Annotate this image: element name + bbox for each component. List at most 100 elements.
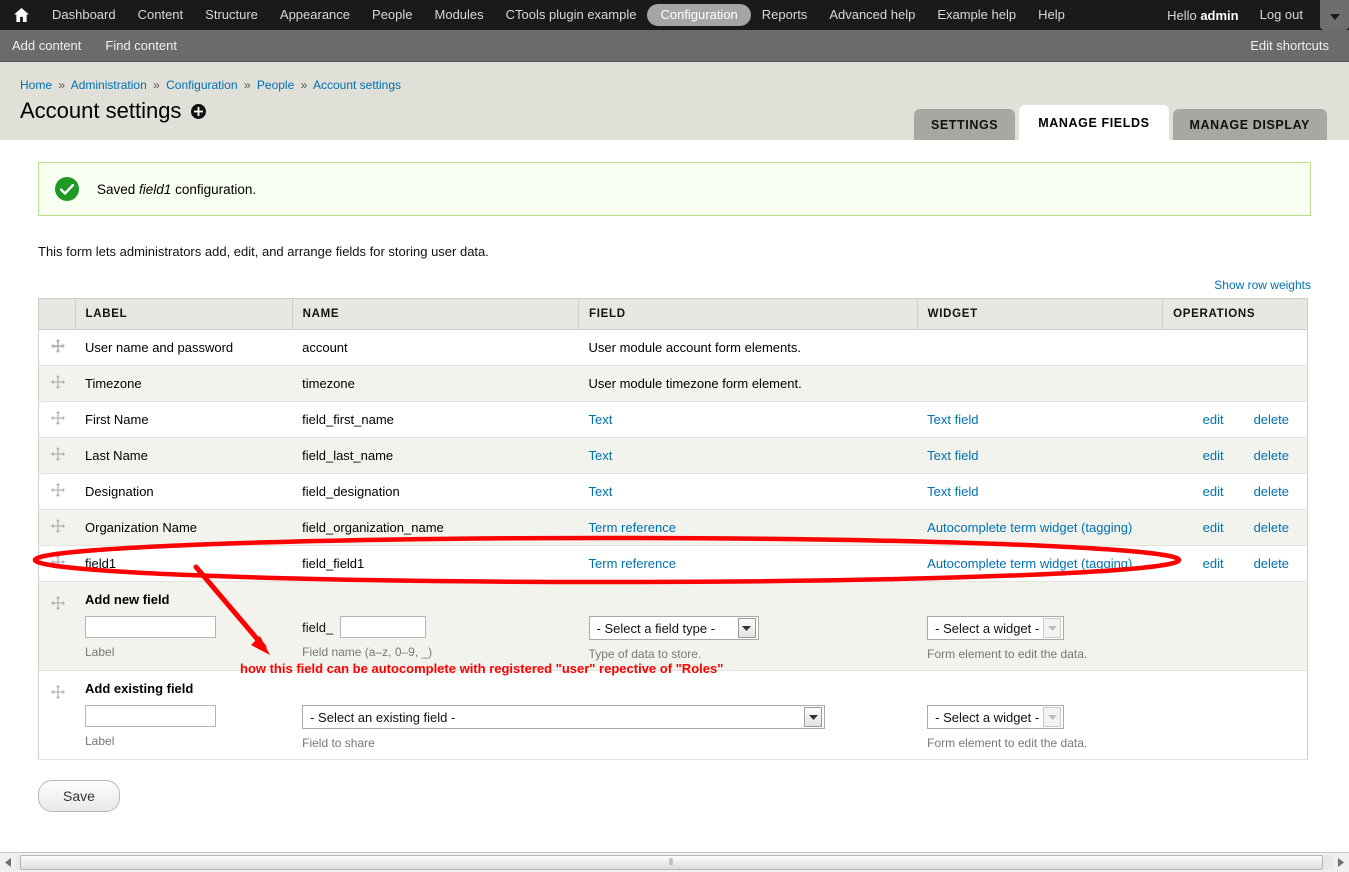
row-label: User name and password [75, 329, 293, 366]
toolbar-item-modules[interactable]: Modules [424, 3, 495, 27]
tab-manage-display[interactable]: MANAGE DISPLAY [1172, 109, 1327, 140]
add-new-field-label-hint: Label [85, 645, 115, 659]
row-edit-link[interactable]: edit [1203, 556, 1224, 571]
shortcut-find-content[interactable]: Find content [93, 38, 189, 53]
drag-handle-icon[interactable] [51, 375, 65, 389]
drag-handle-cell[interactable] [38, 581, 75, 671]
save-button[interactable]: Save [38, 780, 120, 812]
shortcut-add-content[interactable]: Add content [0, 38, 93, 53]
tab-manage-fields[interactable]: MANAGE FIELDS [1019, 105, 1169, 140]
show-row-weights-link[interactable]: Show row weights [1214, 278, 1311, 292]
drag-handle-cell[interactable] [38, 670, 75, 760]
drag-handle-icon[interactable] [51, 555, 65, 569]
row-label: Organization Name [75, 509, 293, 546]
column-header-widget: WIDGET [917, 298, 1164, 330]
toolbar-item-help[interactable]: Help [1027, 3, 1076, 27]
row-field-link[interactable]: Text [589, 484, 613, 499]
row-field: Term reference [578, 509, 918, 546]
row-widget-link[interactable]: Autocomplete term widget (tagging) [927, 556, 1132, 571]
row-delete-link[interactable]: delete [1254, 520, 1289, 535]
toolbar-item-example-help[interactable]: Example help [926, 3, 1027, 27]
row-widget-link[interactable]: Text field [927, 448, 978, 463]
scroll-left-icon[interactable] [0, 854, 16, 872]
breadcrumb-item-administration[interactable]: Administration [71, 78, 147, 92]
breadcrumb-item-home[interactable]: Home [20, 78, 52, 92]
row-delete-link[interactable]: delete [1254, 484, 1289, 499]
toolbar-collapse-button[interactable] [1320, 0, 1349, 30]
row-delete-link[interactable]: delete [1254, 448, 1289, 463]
drag-handle-icon[interactable] [51, 596, 65, 610]
row-edit-link[interactable]: edit [1203, 448, 1224, 463]
row-field-link[interactable]: Term reference [589, 556, 676, 571]
row-edit-link[interactable]: edit [1203, 484, 1224, 499]
drag-handle-icon[interactable] [51, 519, 65, 533]
chevron-down-icon [1329, 8, 1340, 23]
widget-select[interactable]: - Select a widget - [927, 616, 1065, 640]
toolbar-item-configuration[interactable]: Configuration [647, 4, 751, 26]
toolbar-item-structure[interactable]: Structure [194, 3, 269, 27]
logout-link[interactable]: Log out [1249, 3, 1314, 27]
toolbar-item-ctools-plugin-example[interactable]: CTools plugin example [495, 3, 648, 27]
drag-handle-cell[interactable] [38, 365, 75, 402]
drag-handle-icon[interactable] [51, 411, 65, 425]
field-type-select[interactable]: - Select a field type - [588, 616, 759, 640]
breadcrumb-item-configuration[interactable]: Configuration [166, 78, 237, 92]
drag-handle-cell[interactable] [38, 329, 75, 366]
drag-handle-icon[interactable] [51, 483, 65, 497]
existing-widget-select[interactable]: - Select a widget - [927, 705, 1065, 729]
tab-settings[interactable]: SETTINGS [913, 109, 1016, 140]
breadcrumb-item-account-settings[interactable]: Account settings [313, 78, 401, 92]
row-field: User module timezone form element. [578, 365, 918, 402]
row-delete-link[interactable]: delete [1254, 412, 1289, 427]
add-new-field-name-input[interactable] [340, 616, 427, 638]
row-operations: edit delete [1162, 473, 1308, 510]
scrollbar-thumb[interactable]: ⦀ [20, 855, 1323, 870]
drag-handle-icon[interactable] [51, 685, 65, 699]
add-new-field-label-input[interactable] [85, 616, 216, 638]
row-widget-link[interactable]: Text field [927, 412, 978, 427]
row-widget-link[interactable]: Text field [927, 484, 978, 499]
toolbar-item-dashboard[interactable]: Dashboard [41, 3, 127, 27]
toolbar-item-appearance[interactable]: Appearance [269, 3, 361, 27]
drag-handle-cell[interactable] [38, 473, 75, 510]
row-name: field_designation [292, 473, 579, 510]
existing-field-hint: Field to share [302, 736, 375, 750]
edit-shortcuts-link[interactable]: Edit shortcuts [1238, 38, 1349, 53]
row-operations [1162, 365, 1308, 402]
toolbar-item-people[interactable]: People [361, 3, 423, 27]
row-edit-link[interactable]: edit [1203, 520, 1224, 535]
status-message-text: Saved field1 configuration. [97, 182, 256, 197]
chevron-down-icon [804, 707, 823, 727]
column-header-operations: OPERATIONS [1162, 298, 1308, 330]
toolbar-item-reports[interactable]: Reports [751, 3, 819, 27]
add-existing-field-widget-cell: - Select a widget - Form element to edit… [917, 670, 1163, 760]
drag-handle-cell[interactable] [38, 437, 75, 474]
add-existing-field-label-input[interactable] [85, 705, 216, 727]
row-field-link[interactable]: Text [589, 412, 613, 427]
row-field-link[interactable]: Text [589, 448, 613, 463]
column-header-name: NAME [292, 298, 580, 330]
drag-handle-icon[interactable] [51, 447, 65, 461]
home-icon[interactable] [14, 8, 29, 22]
toolbar-item-advanced-help[interactable]: Advanced help [818, 3, 926, 27]
add-new-field-name-row: field_ [302, 616, 568, 638]
row-field-link[interactable]: Term reference [589, 520, 676, 535]
horizontal-scrollbar[interactable]: ⦀ [0, 852, 1349, 872]
row-operations: edit delete [1162, 401, 1308, 438]
drag-handle-cell[interactable] [38, 545, 75, 582]
row-edit-link[interactable]: edit [1203, 412, 1224, 427]
table-row: field1 field_field1 Term reference Autoc… [38, 545, 1308, 582]
status-message: Saved field1 configuration. [38, 162, 1311, 216]
drag-handle-cell[interactable] [38, 509, 75, 546]
add-shortcut-icon[interactable] [191, 103, 207, 119]
drag-handle-cell[interactable] [38, 401, 75, 438]
scroll-right-icon[interactable] [1333, 854, 1349, 872]
drag-handle-icon[interactable] [51, 339, 65, 353]
row-delete-link[interactable]: delete [1254, 556, 1289, 571]
existing-field-select[interactable]: - Select an existing field - [302, 705, 826, 729]
scrollbar-track[interactable]: ⦀ [16, 855, 1333, 870]
breadcrumb-item-people[interactable]: People [257, 78, 294, 92]
row-widget-link[interactable]: Autocomplete term widget (tagging) [927, 520, 1132, 535]
primary-tabs: SETTINGS MANAGE FIELDS MANAGE DISPLAY [913, 105, 1327, 140]
toolbar-item-content[interactable]: Content [127, 3, 195, 27]
